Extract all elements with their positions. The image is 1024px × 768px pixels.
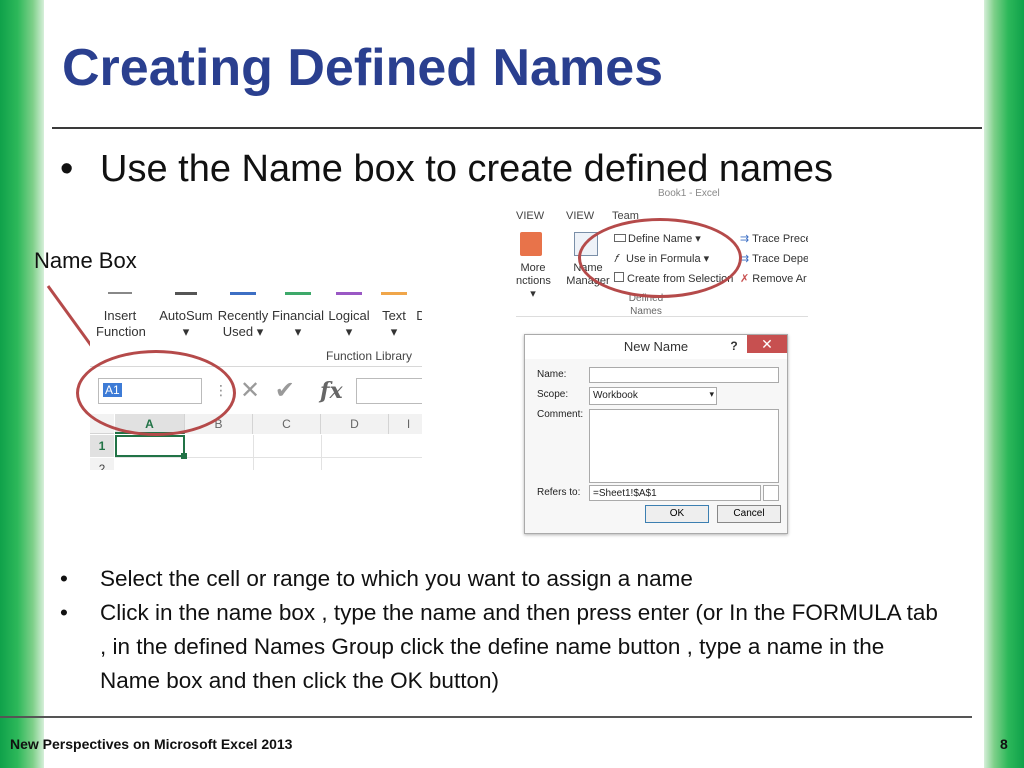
remove-arrows-button[interactable]: ✗ Remove Ar xyxy=(740,272,807,285)
book-green-icon xyxy=(285,292,311,304)
more-functions-icon xyxy=(520,232,542,256)
column-header-e[interactable]: I xyxy=(389,414,422,434)
logical-button[interactable]: Logical ▾ xyxy=(326,292,372,340)
date-time-button[interactable]: D xyxy=(416,292,422,324)
text-button[interactable]: Text ▾ xyxy=(378,292,410,340)
fill-handle[interactable] xyxy=(181,453,187,459)
book-blue-icon xyxy=(230,292,256,304)
slide-title: Creating Defined Names xyxy=(62,39,664,97)
function-library-label: Function Library xyxy=(326,349,413,363)
book-orange-icon xyxy=(381,292,407,304)
comment-label: Comment: xyxy=(537,409,584,420)
footer-text: New Perspectives on Microsoft Excel 2013 xyxy=(10,736,293,752)
cancel-icon[interactable]: ✕ xyxy=(240,377,260,404)
refers-to-field[interactable]: =Sheet1!$A$1 xyxy=(589,485,761,501)
name-label: Name: xyxy=(537,369,567,380)
sigma-icon xyxy=(175,292,197,304)
ok-button[interactable]: OK xyxy=(645,505,709,523)
grid-line xyxy=(321,435,322,470)
scope-select[interactable]: Workbook ▾ xyxy=(589,387,717,405)
trace-icon: ⇉ xyxy=(740,233,750,245)
cancel-button[interactable]: Cancel xyxy=(717,505,781,523)
excel-window-title: Book1 - Excel xyxy=(658,188,720,199)
name-box-highlight-circle xyxy=(76,350,236,436)
autosum-button[interactable]: AutoSum ▾ xyxy=(156,292,216,340)
new-name-dialog: New Name ? ✕ Name: Scope: Workbook ▾ Com… xyxy=(524,334,788,534)
chevron-down-icon: ▾ xyxy=(709,389,714,399)
trace-dependents-button[interactable]: ⇉ Trace Depe xyxy=(740,252,808,265)
recently-used-button[interactable]: Recently Used ▾ xyxy=(216,292,270,340)
column-header-d[interactable]: D xyxy=(321,414,389,434)
financial-button[interactable]: Financial ▾ xyxy=(272,292,324,340)
enter-icon[interactable]: ✔ xyxy=(275,377,295,404)
grid-line xyxy=(115,457,422,458)
insert-function-button[interactable]: Insert Function xyxy=(96,292,146,340)
defined-names-highlight-circle xyxy=(578,218,742,298)
sub-bullet-list: • Select the cell or range to which you w… xyxy=(60,562,950,698)
help-button[interactable]: ? xyxy=(723,337,745,355)
refers-to-label: Refers to: xyxy=(537,487,581,498)
book-purple-icon xyxy=(336,292,362,304)
left-green-band xyxy=(0,0,44,768)
trace-precedents-button[interactable]: ⇉ Trace Prece xyxy=(740,232,808,245)
sub-bullet-item: • Click in the name box , type the name a… xyxy=(60,596,950,698)
formula-bar-input[interactable] xyxy=(356,378,422,404)
right-green-band xyxy=(984,0,1024,768)
tab-view-1[interactable]: VIEW xyxy=(516,210,544,222)
footer-divider xyxy=(0,716,972,718)
main-bullet-text: Use the Name box to create defined names xyxy=(100,148,833,190)
bullet-dot: • xyxy=(60,566,68,591)
row-header-2[interactable]: 2 xyxy=(90,458,114,470)
main-bullet: • Use the Name box to create defined name… xyxy=(60,148,833,191)
bullet-dot: • xyxy=(60,148,74,190)
column-header-c[interactable]: C xyxy=(253,414,321,434)
selected-cell-a1[interactable] xyxy=(115,435,185,457)
formula-cancel-enter: ✕ ✔ xyxy=(240,376,295,405)
insert-function-fx-icon[interactable]: fx xyxy=(320,378,343,404)
bullet-dot: • xyxy=(60,600,68,625)
ribbon-divider xyxy=(516,316,808,317)
grid-line xyxy=(253,435,254,470)
name-field[interactable] xyxy=(589,367,779,383)
row-header-1[interactable]: 1 xyxy=(90,435,114,457)
book-icon xyxy=(416,292,422,304)
sub-bullet-item: • Select the cell or range to which you w… xyxy=(60,562,950,596)
tab-view-2[interactable]: VIEW xyxy=(566,210,594,222)
collapse-dialog-icon[interactable] xyxy=(763,485,779,501)
page-number: 8 xyxy=(1000,736,1008,752)
comment-textarea[interactable] xyxy=(589,409,779,483)
remove-icon: ✗ xyxy=(740,273,750,285)
fx-icon xyxy=(108,292,132,304)
name-box-callout-label: Name Box xyxy=(34,248,137,273)
scope-label: Scope: xyxy=(537,389,569,400)
more-functions-button[interactable]: More nctions ▾ xyxy=(516,262,551,301)
close-icon[interactable]: ✕ xyxy=(747,335,787,353)
title-divider xyxy=(52,127,982,129)
